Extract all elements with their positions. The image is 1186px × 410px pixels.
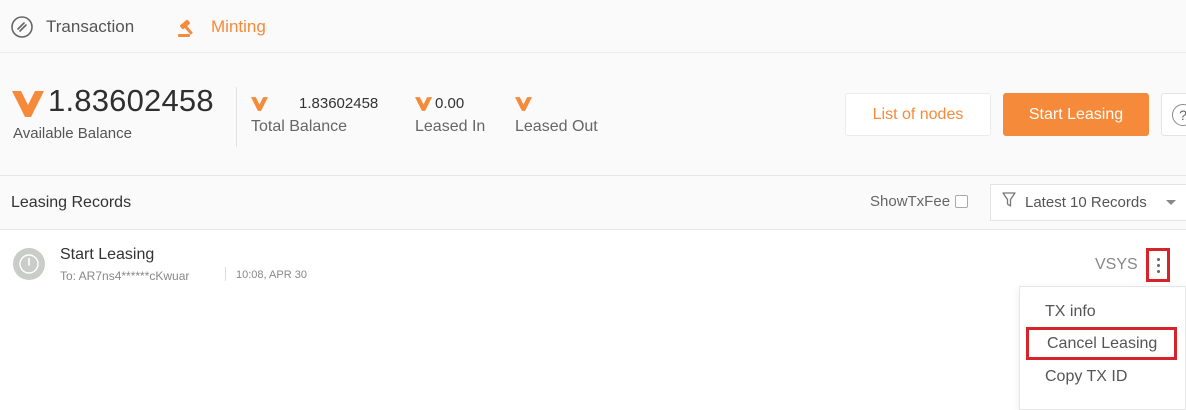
filter-icon — [1002, 192, 1016, 213]
menu-item-tx-info[interactable]: TX info — [1020, 295, 1186, 328]
record-recipient: To: AR7ns4******cKwuar — [60, 269, 190, 283]
leased-in-label: Leased In — [415, 118, 486, 135]
records-filter-select[interactable]: Latest 10 Records — [990, 184, 1186, 221]
records-filter-value: Latest 10 Records — [1025, 194, 1147, 211]
show-tx-fee-label: ShowTxFee — [870, 193, 951, 210]
table-row: Start Leasing To: AR7ns4******cKwuar 10:… — [0, 231, 1186, 295]
show-tx-fee-toggle[interactable]: ShowTxFee — [870, 193, 969, 210]
vsys-logo-icon — [12, 91, 44, 122]
record-title: Start Leasing — [60, 246, 155, 263]
vsys-logo-icon — [251, 97, 268, 116]
tab-minting-label: Minting — [211, 16, 266, 36]
record-time: 10:08, APR 30 — [236, 269, 307, 281]
gavel-icon — [177, 15, 201, 39]
divider — [236, 87, 237, 147]
record-actions-menu: TX info Cancel Leasing Copy TX ID — [1019, 286, 1186, 410]
available-balance-label: Available Balance — [13, 125, 132, 142]
records-header: Leasing Records ShowTxFee Latest 10 Reco… — [0, 176, 1186, 230]
divider — [225, 267, 226, 281]
vsys-logo-icon — [515, 97, 532, 116]
help-icon: ? — [1172, 103, 1186, 126]
leased-in-value: 0.00 — [435, 95, 465, 112]
records-title: Leasing Records — [11, 194, 132, 211]
leased-out-label: Leased Out — [515, 118, 598, 135]
start-leasing-button[interactable]: Start Leasing — [1003, 93, 1149, 136]
chevron-down-icon — [1166, 200, 1176, 205]
tab-minting[interactable]: Minting — [177, 0, 266, 53]
show-tx-fee-checkbox[interactable] — [955, 195, 969, 208]
menu-item-copy-tx-id[interactable]: Copy TX ID — [1020, 360, 1186, 393]
list-of-nodes-button[interactable]: List of nodes — [845, 93, 991, 136]
vsys-logo-icon — [415, 97, 432, 116]
top-nav: Transaction Minting — [0, 0, 1186, 53]
more-options-button[interactable] — [1146, 248, 1170, 282]
balance-panel: 1.83602458 Available Balance 1.83602458 … — [0, 53, 1186, 176]
total-balance-label: Total Balance — [251, 118, 348, 135]
total-balance-value: 1.83602458 — [299, 95, 379, 112]
available-balance-amount: 1.83602458 — [48, 83, 214, 118]
power-icon — [13, 248, 45, 280]
tab-transaction[interactable]: Transaction — [10, 0, 134, 53]
transaction-icon — [10, 15, 34, 39]
tab-transaction-label: Transaction — [46, 16, 135, 36]
menu-item-cancel-leasing[interactable]: Cancel Leasing — [1026, 327, 1177, 360]
record-currency: VSYS — [1095, 256, 1138, 273]
more-vertical-icon — [1156, 257, 1160, 273]
help-button[interactable]: ? — [1161, 93, 1186, 136]
